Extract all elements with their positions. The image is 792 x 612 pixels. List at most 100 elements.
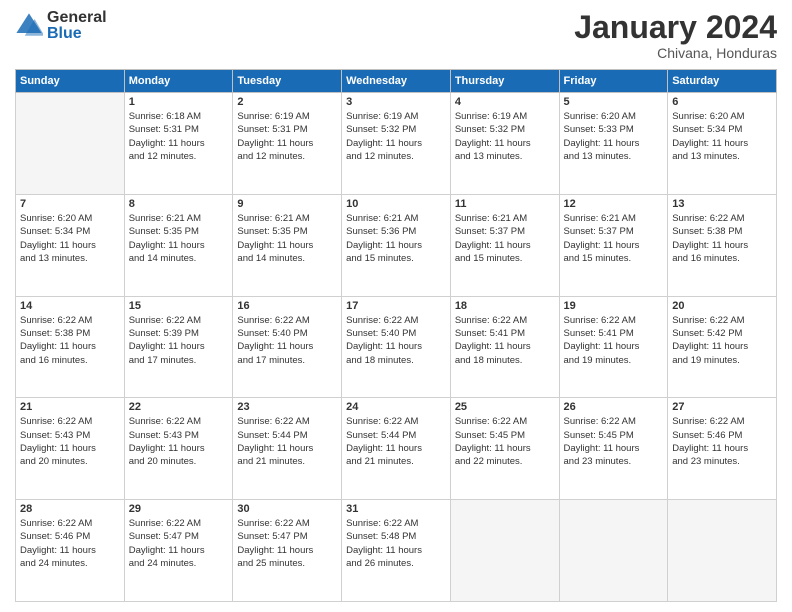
calendar-cell: 15 Sunrise: 6:22 AMSunset: 5:39 PMDayligh…: [124, 296, 233, 398]
calendar-week-row: 28 Sunrise: 6:22 AMSunset: 5:46 PMDayligh…: [16, 500, 777, 602]
day-info: Sunrise: 6:22 AMSunset: 5:38 PMDaylight:…: [672, 212, 772, 265]
day-info: Sunrise: 6:22 AMSunset: 5:43 PMDaylight:…: [129, 415, 229, 468]
calendar-cell: 9Sunrise: 6:21 AMSunset: 5:35 PMDaylight…: [233, 194, 342, 296]
calendar-cell: 18Sunrise: 6:22 AMSunset: 5:41 PMDayligh…: [450, 296, 559, 398]
day-info: Sunrise: 6:19 AMSunset: 5:32 PMDaylight:…: [346, 110, 446, 163]
calendar-cell: 21 Sunrise: 6:22 AMSunset: 5:43 PMDayligh…: [16, 398, 125, 500]
column-header-thursday: Thursday: [450, 70, 559, 93]
day-number: 23: [237, 401, 337, 413]
day-info: Sunrise: 6:22 AMSunset: 5:40 PMDaylight:…: [237, 314, 337, 367]
day-number: 21: [20, 401, 120, 413]
day-number: 31: [346, 503, 446, 515]
day-number: 13: [672, 198, 772, 210]
day-number: 6: [672, 96, 772, 108]
day-info: Sunrise: 6:22 AMSunset: 5:48 PMDaylight:…: [346, 517, 446, 570]
calendar-cell: 19Sunrise: 6:22 AMSunset: 5:41 PMDayligh…: [559, 296, 668, 398]
day-info: Sunrise: 6:21 AMSunset: 5:35 PMDaylight:…: [237, 212, 337, 265]
day-info: Sunrise: 6:19 AMSunset: 5:32 PMDaylight:…: [455, 110, 555, 163]
day-info: Sunrise: 6:22 AMSunset: 5:44 PMDaylight:…: [346, 415, 446, 468]
calendar-title: January 2024: [574, 10, 777, 45]
day-info: Sunrise: 6:21 AMSunset: 5:35 PMDaylight:…: [129, 212, 229, 265]
calendar-cell: 13 Sunrise: 6:22 AMSunset: 5:38 PMDayligh…: [668, 194, 777, 296]
day-number: 4: [455, 96, 555, 108]
day-number: 22: [129, 401, 229, 413]
calendar-cell: 2 Sunrise: 6:19 AMSunset: 5:31 PMDaylight…: [233, 93, 342, 195]
day-info: Sunrise: 6:22 AMSunset: 5:45 PMDaylight:…: [564, 415, 664, 468]
calendar-cell: 6Sunrise: 6:20 AMSunset: 5:34 PMDaylight…: [668, 93, 777, 195]
calendar-week-row: 14 Sunrise: 6:22 AMSunset: 5:38 PMDayligh…: [16, 296, 777, 398]
day-info: Sunrise: 6:20 AMSunset: 5:33 PMDaylight:…: [564, 110, 664, 163]
day-info: Sunrise: 6:22 AMSunset: 5:43 PMDaylight:…: [20, 415, 120, 468]
day-info: Sunrise: 6:21 AMSunset: 5:37 PMDaylight:…: [564, 212, 664, 265]
calendar-week-row: 7 Sunrise: 6:20 AMSunset: 5:34 PMDaylight…: [16, 194, 777, 296]
logo-blue: Blue: [47, 26, 107, 42]
day-number: 10: [346, 198, 446, 210]
day-info: Sunrise: 6:19 AMSunset: 5:31 PMDaylight:…: [237, 110, 337, 163]
day-number: 5: [564, 96, 664, 108]
day-number: 3: [346, 96, 446, 108]
calendar-cell: [16, 93, 125, 195]
logo-text: General Blue: [47, 10, 107, 42]
calendar-cell: 20 Sunrise: 6:22 AMSunset: 5:42 PMDayligh…: [668, 296, 777, 398]
day-number: 15: [129, 300, 229, 312]
day-number: 7: [20, 198, 120, 210]
day-number: 11: [455, 198, 555, 210]
calendar-cell: [450, 500, 559, 602]
day-info: Sunrise: 6:22 AMSunset: 5:47 PMDaylight:…: [237, 517, 337, 570]
day-number: 8: [129, 198, 229, 210]
day-number: 1: [129, 96, 229, 108]
day-info: Sunrise: 6:22 AMSunset: 5:47 PMDaylight:…: [129, 517, 229, 570]
calendar-cell: 11 Sunrise: 6:21 AMSunset: 5:37 PMDayligh…: [450, 194, 559, 296]
calendar-subtitle: Chivana, Honduras: [574, 45, 777, 61]
logo-general: General: [47, 10, 107, 26]
day-number: 2: [237, 96, 337, 108]
day-number: 25: [455, 401, 555, 413]
calendar-cell: 5 Sunrise: 6:20 AMSunset: 5:33 PMDaylight…: [559, 93, 668, 195]
day-info: Sunrise: 6:22 AMSunset: 5:45 PMDaylight:…: [455, 415, 555, 468]
day-number: 27: [672, 401, 772, 413]
day-number: 16: [237, 300, 337, 312]
day-number: 29: [129, 503, 229, 515]
calendar-header-row: SundayMondayTuesdayWednesdayThursdayFrid…: [16, 70, 777, 93]
day-info: Sunrise: 6:22 AMSunset: 5:40 PMDaylight:…: [346, 314, 446, 367]
header: General Blue January 2024 Chivana, Hondu…: [15, 10, 777, 61]
calendar-cell: [559, 500, 668, 602]
day-number: 30: [237, 503, 337, 515]
day-number: 28: [20, 503, 120, 515]
day-info: Sunrise: 6:21 AMSunset: 5:37 PMDaylight:…: [455, 212, 555, 265]
day-number: 14: [20, 300, 120, 312]
calendar-cell: 4 Sunrise: 6:19 AMSunset: 5:32 PMDaylight…: [450, 93, 559, 195]
calendar-cell: 16 Sunrise: 6:22 AMSunset: 5:40 PMDayligh…: [233, 296, 342, 398]
day-info: Sunrise: 6:21 AMSunset: 5:36 PMDaylight:…: [346, 212, 446, 265]
logo: General Blue: [15, 10, 107, 42]
day-number: 26: [564, 401, 664, 413]
day-info: Sunrise: 6:22 AMSunset: 5:39 PMDaylight:…: [129, 314, 229, 367]
calendar-cell: 27 Sunrise: 6:22 AMSunset: 5:46 PMDayligh…: [668, 398, 777, 500]
calendar-table: SundayMondayTuesdayWednesdayThursdayFrid…: [15, 69, 777, 602]
column-header-sunday: Sunday: [16, 70, 125, 93]
day-info: Sunrise: 6:22 AMSunset: 5:42 PMDaylight:…: [672, 314, 772, 367]
calendar-cell: 3 Sunrise: 6:19 AMSunset: 5:32 PMDaylight…: [342, 93, 451, 195]
calendar-cell: 30 Sunrise: 6:22 AMSunset: 5:47 PMDayligh…: [233, 500, 342, 602]
calendar-cell: 24Sunrise: 6:22 AMSunset: 5:44 PMDayligh…: [342, 398, 451, 500]
calendar-cell: 17 Sunrise: 6:22 AMSunset: 5:40 PMDayligh…: [342, 296, 451, 398]
calendar-cell: 26 Sunrise: 6:22 AMSunset: 5:45 PMDayligh…: [559, 398, 668, 500]
day-info: Sunrise: 6:22 AMSunset: 5:46 PMDaylight:…: [20, 517, 120, 570]
day-number: 20: [672, 300, 772, 312]
calendar-week-row: 21 Sunrise: 6:22 AMSunset: 5:43 PMDayligh…: [16, 398, 777, 500]
day-info: Sunrise: 6:18 AMSunset: 5:31 PMDaylight:…: [129, 110, 229, 163]
calendar-cell: 29 Sunrise: 6:22 AMSunset: 5:47 PMDayligh…: [124, 500, 233, 602]
calendar-cell: 12Sunrise: 6:21 AMSunset: 5:37 PMDayligh…: [559, 194, 668, 296]
day-info: Sunrise: 6:22 AMSunset: 5:46 PMDaylight:…: [672, 415, 772, 468]
calendar-cell: 8 Sunrise: 6:21 AMSunset: 5:35 PMDaylight…: [124, 194, 233, 296]
day-number: 17: [346, 300, 446, 312]
calendar-cell: 10 Sunrise: 6:21 AMSunset: 5:36 PMDayligh…: [342, 194, 451, 296]
day-info: Sunrise: 6:22 AMSunset: 5:41 PMDaylight:…: [564, 314, 664, 367]
page: General Blue January 2024 Chivana, Hondu…: [0, 0, 792, 612]
day-info: Sunrise: 6:22 AMSunset: 5:38 PMDaylight:…: [20, 314, 120, 367]
calendar-cell: 31 Sunrise: 6:22 AMSunset: 5:48 PMDayligh…: [342, 500, 451, 602]
column-header-tuesday: Tuesday: [233, 70, 342, 93]
day-info: Sunrise: 6:22 AMSunset: 5:44 PMDaylight:…: [237, 415, 337, 468]
day-info: Sunrise: 6:20 AMSunset: 5:34 PMDaylight:…: [20, 212, 120, 265]
calendar-cell: 23 Sunrise: 6:22 AMSunset: 5:44 PMDayligh…: [233, 398, 342, 500]
